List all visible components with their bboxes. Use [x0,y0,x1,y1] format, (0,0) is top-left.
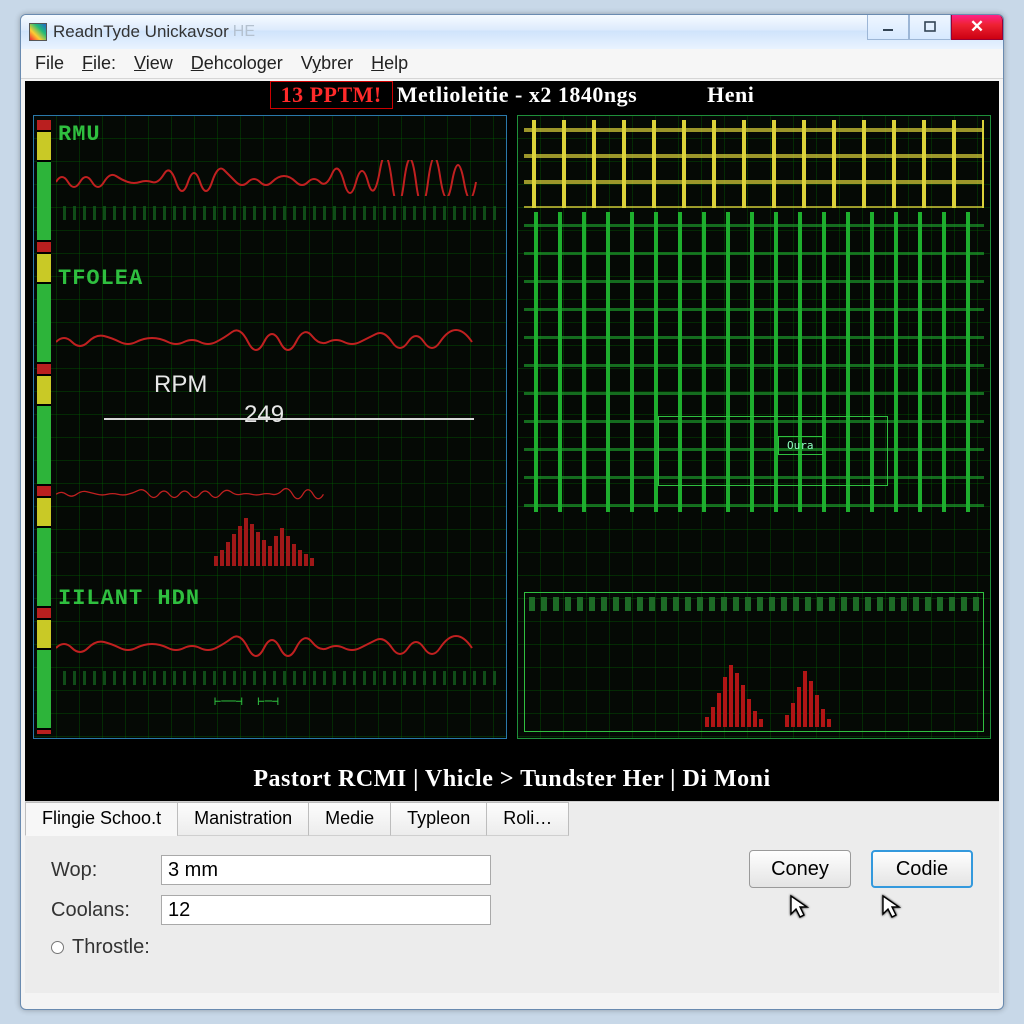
panel-right[interactable]: Oura [517,115,991,739]
throstle-label: Throstle: [72,936,150,959]
sub-dotstrip [529,597,979,611]
menu-view[interactable]: View [134,53,173,74]
cursor-icon-2 [881,894,903,920]
panel-left[interactable]: RMU TFOLEA IILANT HDN RPM 249 [33,115,507,739]
dot-strip-2 [56,671,500,685]
panels: RMU TFOLEA IILANT HDN RPM 249 [33,115,991,739]
waveform-1 [56,160,496,196]
menu-file[interactable]: File [35,53,64,74]
tab-strip: Flingie Schoo.t Manistration Medie Typle… [25,802,999,836]
window-title: ReadnTyde Unickavsor [53,22,229,42]
waveform-2 [56,316,496,352]
workspace: 13 PPTM! Metlioleitie - x2 1840ngs Heni … [25,81,999,801]
left-label-tfolea: TFOLEA [58,266,143,291]
buttons: Coney Codie [749,850,973,888]
menu-help[interactable]: Help [371,53,408,74]
rpm-block: RPM 249 [154,371,207,399]
app-icon [29,23,47,41]
breadcrumb-text: Pastort RCMI | Vhicle > Tundster Her | D… [253,766,770,793]
vertical-meter [37,120,51,734]
rpm-label: RPM [154,371,207,398]
green-marker: ⊢──⊣ ⊢─⊣ [214,694,279,708]
workspace-heni: Heni [707,82,754,108]
menu-bar: File FFile:ile: View Dehcologer Vybrer H… [21,49,1003,79]
burst-1 [214,506,364,566]
rpm-baseline [104,418,474,420]
dot-strip-1 [56,206,500,220]
titlebar: ReadnTyde Unickavsor HE ✕ [21,15,1003,49]
row-throstle: Throstle: [51,930,973,964]
window-buttons: ✕ [867,15,1003,40]
inner-outline [658,416,888,486]
tab-typleon[interactable]: Typleon [390,802,487,836]
coolans-input[interactable] [161,895,491,925]
breadcrumb-line: Pastort RCMI | Vhicle > Tundster Her | D… [33,763,991,795]
coney-button[interactable]: Coney [749,850,851,888]
minimize-button[interactable] [867,15,909,40]
tab-flingie[interactable]: Flingie Schoo.t [25,802,178,836]
controls-area: Flingie Schoo.t Manistration Medie Typle… [25,801,999,993]
waveform-3 [56,466,339,502]
menu-file2[interactable]: FFile:ile: [82,53,116,74]
menu-vybrer[interactable]: Vybrer [301,53,353,74]
tab-medie[interactable]: Medie [308,802,391,836]
left-label-rmu: RMU [58,122,101,147]
sub-panel [524,592,984,732]
burst-2 [705,637,905,727]
throstle-radio[interactable] [51,941,64,954]
close-button[interactable]: ✕ [951,15,1003,40]
maximize-icon [923,20,937,34]
close-icon: ✕ [970,17,984,37]
workspace-title: Metlioleitie - x2 1840ngs [397,82,637,108]
cursor-icon [789,894,811,920]
workspace-header: 13 PPTM! Metlioleitie - x2 1840ngs Heni [25,81,999,109]
wop-input[interactable] [161,855,491,885]
minimize-icon [881,20,895,34]
wop-label: Wop: [51,859,161,882]
yellow-pixel-field [524,120,984,208]
coolans-label: Coolans: [51,899,161,922]
codie-button[interactable]: Codie [871,850,973,888]
app-window: ReadnTyde Unickavsor HE ✕ File FFile:ile… [20,14,1004,1010]
row-coolans: Coolans: [51,890,973,930]
menu-dehcologer[interactable]: Dehcologer [191,53,283,74]
warn-badge: 13 PPTM! [270,81,393,109]
tab-roli[interactable]: Roli… [486,802,569,836]
left-label-iilant: IILANT HDN [58,586,200,611]
tab-manistration[interactable]: Manistration [177,802,309,836]
maximize-button[interactable] [909,15,951,40]
window-title-ghost: HE [233,23,255,41]
waveform-4 [56,626,496,662]
rpm-value: 249 [244,401,284,429]
